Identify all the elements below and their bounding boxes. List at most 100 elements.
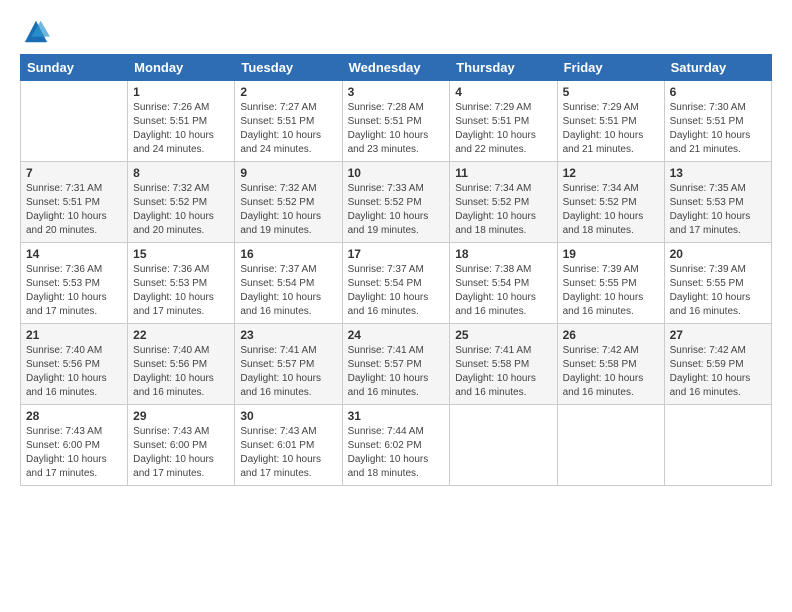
day-number: 29 [133,409,229,423]
day-number: 8 [133,166,229,180]
calendar-cell: 13 Sunrise: 7:35 AM Sunset: 5:53 PM Dayli… [664,162,771,243]
calendar-cell: 31 Sunrise: 7:44 AM Sunset: 6:02 PM Dayli… [342,405,450,486]
calendar-cell: 10 Sunrise: 7:33 AM Sunset: 5:52 PM Dayli… [342,162,450,243]
calendar-cell: 25 Sunrise: 7:41 AM Sunset: 5:58 PM Dayli… [450,324,557,405]
day-detail: Sunrise: 7:32 AM Sunset: 5:52 PM Dayligh… [133,182,229,238]
day-detail: Sunrise: 7:26 AM Sunset: 5:51 PM Dayligh… [133,101,229,157]
day-number: 26 [563,328,659,342]
day-number: 16 [240,247,336,261]
calendar-week-row: 7 Sunrise: 7:31 AM Sunset: 5:51 PM Daylig… [21,162,772,243]
calendar-cell: 24 Sunrise: 7:41 AM Sunset: 5:57 PM Dayli… [342,324,450,405]
calendar-day-header: Saturday [664,55,771,81]
day-detail: Sunrise: 7:39 AM Sunset: 5:55 PM Dayligh… [670,263,766,319]
day-detail: Sunrise: 7:32 AM Sunset: 5:52 PM Dayligh… [240,182,336,238]
day-detail: Sunrise: 7:41 AM Sunset: 5:57 PM Dayligh… [348,344,445,400]
day-number: 11 [455,166,551,180]
day-detail: Sunrise: 7:42 AM Sunset: 5:59 PM Dayligh… [670,344,766,400]
calendar-cell: 7 Sunrise: 7:31 AM Sunset: 5:51 PM Daylig… [21,162,128,243]
day-number: 18 [455,247,551,261]
day-number: 7 [26,166,122,180]
day-number: 9 [240,166,336,180]
day-number: 15 [133,247,229,261]
day-number: 21 [26,328,122,342]
day-detail: Sunrise: 7:29 AM Sunset: 5:51 PM Dayligh… [563,101,659,157]
calendar-cell: 9 Sunrise: 7:32 AM Sunset: 5:52 PM Daylig… [235,162,342,243]
calendar-day-header: Monday [128,55,235,81]
calendar-table: SundayMondayTuesdayWednesdayThursdayFrid… [20,54,772,486]
calendar-cell: 1 Sunrise: 7:26 AM Sunset: 5:51 PM Daylig… [128,81,235,162]
day-number: 2 [240,85,336,99]
day-detail: Sunrise: 7:42 AM Sunset: 5:58 PM Dayligh… [563,344,659,400]
calendar-cell: 23Sunrise: 7:41 AM Sunset: 5:57 PM Dayli… [235,324,342,405]
logo-icon [22,18,50,46]
calendar-cell: 26 Sunrise: 7:42 AM Sunset: 5:58 PM Dayli… [557,324,664,405]
calendar-cell [21,81,128,162]
calendar-cell: 3Sunrise: 7:28 AM Sunset: 5:51 PM Daylig… [342,81,450,162]
calendar-cell: 5 Sunrise: 7:29 AM Sunset: 5:51 PM Daylig… [557,81,664,162]
day-detail: Sunrise: 7:41 AM Sunset: 5:57 PM Dayligh… [240,344,336,400]
day-number: 27 [670,328,766,342]
calendar-week-row: 14 Sunrise: 7:36 AM Sunset: 5:53 PM Dayli… [21,243,772,324]
day-number: 12 [563,166,659,180]
day-detail: Sunrise: 7:29 AM Sunset: 5:51 PM Dayligh… [455,101,551,157]
day-detail: Sunrise: 7:35 AM Sunset: 5:53 PM Dayligh… [670,182,766,238]
calendar-cell: 14Sunrise: 7:36 AM Sunset: 5:53 PM Dayli… [21,243,128,324]
calendar-cell: 20 Sunrise: 7:39 AM Sunset: 5:55 PM Dayli… [664,243,771,324]
day-number: 1 [133,85,229,99]
day-number: 5 [563,85,659,99]
day-detail: Sunrise: 7:44 AM Sunset: 6:02 PM Dayligh… [348,425,445,481]
day-detail: Sunrise: 7:33 AM Sunset: 5:52 PM Dayligh… [348,182,445,238]
calendar-cell: 18 Sunrise: 7:38 AM Sunset: 5:54 PM Dayli… [450,243,557,324]
calendar-cell [557,405,664,486]
day-detail: Sunrise: 7:36 AM Sunset: 5:53 PM Dayligh… [133,263,229,319]
calendar-cell: 4 Sunrise: 7:29 AM Sunset: 5:51 PM Daylig… [450,81,557,162]
day-number: 14 [26,247,122,261]
day-number: 24 [348,328,445,342]
day-number: 13 [670,166,766,180]
day-number: 25 [455,328,551,342]
header [20,18,772,42]
calendar-week-row: 21 Sunrise: 7:40 AM Sunset: 5:56 PM Dayli… [21,324,772,405]
day-detail: Sunrise: 7:31 AM Sunset: 5:51 PM Dayligh… [26,182,122,238]
calendar-day-header: Wednesday [342,55,450,81]
day-number: 6 [670,85,766,99]
calendar-week-row: 28 Sunrise: 7:43 AM Sunset: 6:00 PM Dayli… [21,405,772,486]
day-detail: Sunrise: 7:38 AM Sunset: 5:54 PM Dayligh… [455,263,551,319]
day-detail: Sunrise: 7:37 AM Sunset: 5:54 PM Dayligh… [348,263,445,319]
day-number: 20 [670,247,766,261]
calendar-header-row: SundayMondayTuesdayWednesdayThursdayFrid… [21,55,772,81]
calendar-day-header: Friday [557,55,664,81]
day-number: 28 [26,409,122,423]
day-number: 4 [455,85,551,99]
day-detail: Sunrise: 7:30 AM Sunset: 5:51 PM Dayligh… [670,101,766,157]
page-container: SundayMondayTuesdayWednesdayThursdayFrid… [0,0,792,496]
day-detail: Sunrise: 7:41 AM Sunset: 5:58 PM Dayligh… [455,344,551,400]
day-number: 19 [563,247,659,261]
calendar-cell: 17Sunrise: 7:37 AM Sunset: 5:54 PM Dayli… [342,243,450,324]
calendar-cell: 21 Sunrise: 7:40 AM Sunset: 5:56 PM Dayli… [21,324,128,405]
calendar-cell: 2 Sunrise: 7:27 AM Sunset: 5:51 PM Daylig… [235,81,342,162]
calendar-cell: 28Sunrise: 7:43 AM Sunset: 6:00 PM Dayli… [21,405,128,486]
calendar-day-header: Sunday [21,55,128,81]
calendar-cell: 16Sunrise: 7:37 AM Sunset: 5:54 PM Dayli… [235,243,342,324]
calendar-cell: 19Sunrise: 7:39 AM Sunset: 5:55 PM Dayli… [557,243,664,324]
day-number: 31 [348,409,445,423]
day-detail: Sunrise: 7:34 AM Sunset: 5:52 PM Dayligh… [563,182,659,238]
day-detail: Sunrise: 7:40 AM Sunset: 5:56 PM Dayligh… [26,344,122,400]
calendar-cell: 12 Sunrise: 7:34 AM Sunset: 5:52 PM Dayli… [557,162,664,243]
calendar-cell: 6 Sunrise: 7:30 AM Sunset: 5:51 PM Daylig… [664,81,771,162]
day-detail: Sunrise: 7:34 AM Sunset: 5:52 PM Dayligh… [455,182,551,238]
calendar-cell: 30Sunrise: 7:43 AM Sunset: 6:01 PM Dayli… [235,405,342,486]
calendar-cell [450,405,557,486]
day-detail: Sunrise: 7:43 AM Sunset: 6:00 PM Dayligh… [133,425,229,481]
calendar-day-header: Tuesday [235,55,342,81]
calendar-week-row: 1 Sunrise: 7:26 AM Sunset: 5:51 PM Daylig… [21,81,772,162]
day-detail: Sunrise: 7:40 AM Sunset: 5:56 PM Dayligh… [133,344,229,400]
calendar-cell: 15 Sunrise: 7:36 AM Sunset: 5:53 PM Dayli… [128,243,235,324]
day-number: 10 [348,166,445,180]
day-detail: Sunrise: 7:28 AM Sunset: 5:51 PM Dayligh… [348,101,445,157]
logo [20,18,50,42]
calendar-day-header: Thursday [450,55,557,81]
day-detail: Sunrise: 7:27 AM Sunset: 5:51 PM Dayligh… [240,101,336,157]
day-detail: Sunrise: 7:43 AM Sunset: 6:01 PM Dayligh… [240,425,336,481]
